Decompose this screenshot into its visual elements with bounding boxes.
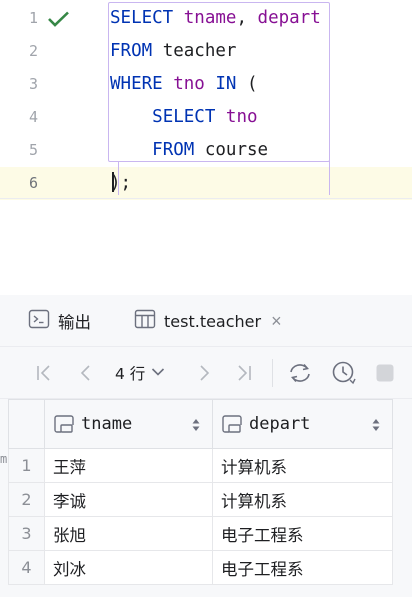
table-row[interactable]: 2 李诚 计算机系 (0, 483, 412, 517)
sql-keyword: FROM (152, 140, 195, 160)
code-line[interactable]: 1 SELECT tname, depart (0, 2, 412, 35)
line-number[interactable]: 5 (0, 134, 40, 167)
sql-keyword: WHERE (110, 74, 163, 94)
line-number[interactable]: 1 (0, 2, 40, 35)
sql-identifier: depart (257, 8, 321, 28)
previous-page-icon[interactable] (74, 361, 98, 385)
stop-icon[interactable] (374, 361, 396, 385)
column-name: tname (81, 414, 133, 434)
close-icon[interactable]: × (271, 312, 282, 330)
code-text[interactable]: FROM teacher (110, 35, 236, 68)
table-row[interactable]: 1 王萍 计算机系 (0, 449, 412, 483)
toolbar-separator (272, 359, 273, 387)
cell-depart[interactable]: 计算机系 (212, 449, 393, 483)
sql-keyword: SELECT (152, 107, 216, 127)
editor-divider (0, 198, 412, 199)
console-icon (28, 309, 50, 334)
tab-test-teacher[interactable]: test.teacher × (134, 295, 282, 347)
code-line[interactable]: 6); (0, 167, 412, 200)
code-line[interactable]: 2 FROM teacher (0, 35, 412, 68)
tab-output[interactable]: 输出 (28, 295, 91, 347)
tab-test-teacher-label: test.teacher (164, 311, 262, 331)
table-row[interactable]: 4 刘冰 电子工程系 (0, 551, 412, 585)
sql-text: ( (236, 74, 258, 94)
line-number[interactable]: 6 (0, 167, 40, 200)
code-line[interactable]: 5 FROM course (0, 134, 412, 167)
sql-identifier: tno (173, 74, 205, 94)
last-page-icon[interactable] (232, 361, 256, 385)
line-number[interactable]: 4 (0, 101, 40, 134)
row-number[interactable]: 3 (8, 517, 44, 551)
code-line[interactable]: 3 WHERE tno IN ( (0, 68, 412, 101)
cell-tname[interactable]: 张旭 (44, 517, 212, 551)
sql-identifier: tno (225, 107, 258, 127)
checkmark-icon (47, 11, 71, 27)
chevron-down-icon (151, 364, 165, 382)
code-text[interactable]: SELECT tname, depart (110, 2, 321, 35)
code-line[interactable]: 4 SELECT tno (0, 101, 412, 134)
table-row[interactable]: 3 张旭 电子工程系 (0, 517, 412, 551)
text-cursor (112, 172, 114, 192)
side-marker: m (0, 452, 8, 466)
rows-count-label: 4 行 (115, 365, 146, 383)
sort-icon[interactable] (192, 418, 200, 432)
sql-editor[interactable]: 1 SELECT tname, depart 2 FROM teacher 3 WHERE… (0, 0, 412, 200)
cell-depart[interactable]: 计算机系 (212, 483, 393, 517)
results-toolbar: 4 行 (0, 347, 412, 399)
results-tabbar: 输出 test.teacher × (0, 295, 412, 347)
line-number[interactable]: 3 (0, 68, 40, 101)
sql-identifier: tname (183, 8, 237, 28)
sql-keyword: SELECT (110, 8, 174, 28)
cell-depart[interactable]: 电子工程系 (212, 517, 393, 551)
sql-text: teacher (152, 41, 237, 61)
line-number[interactable]: 2 (0, 35, 40, 68)
cell-tname[interactable]: 李诚 (44, 483, 212, 517)
refresh-icon[interactable] (287, 361, 313, 385)
table-icon (134, 309, 156, 334)
column-header-depart[interactable]: depart (212, 399, 393, 449)
sql-keyword: IN (215, 74, 237, 94)
rows-count-selector[interactable]: 4 行 (115, 361, 165, 385)
cell-depart[interactable]: 电子工程系 (212, 551, 393, 585)
code-text[interactable]: FROM course (110, 134, 268, 167)
column-icon (221, 414, 243, 434)
row-number[interactable]: 4 (8, 551, 44, 585)
cell-tname[interactable]: 王萍 (44, 449, 212, 483)
grid-corner-header[interactable] (8, 399, 44, 449)
sql-text: , (236, 8, 258, 28)
next-page-icon[interactable] (192, 361, 216, 385)
column-icon (53, 414, 75, 434)
row-number[interactable]: 1 (8, 449, 44, 483)
row-number[interactable]: 2 (8, 483, 44, 517)
clock-icon[interactable] (331, 361, 357, 385)
first-page-icon[interactable] (32, 361, 56, 385)
column-header-tname[interactable]: tname (44, 399, 212, 449)
sql-keyword: FROM (110, 41, 153, 61)
code-text[interactable]: SELECT tno (110, 101, 258, 134)
tab-output-label: 输出 (58, 314, 91, 332)
sort-icon[interactable] (372, 418, 380, 432)
code-text[interactable]: WHERE tno IN ( (110, 68, 258, 101)
column-name: depart (249, 414, 311, 434)
sql-text: course (194, 140, 269, 160)
cell-tname[interactable]: 刘冰 (44, 551, 212, 585)
